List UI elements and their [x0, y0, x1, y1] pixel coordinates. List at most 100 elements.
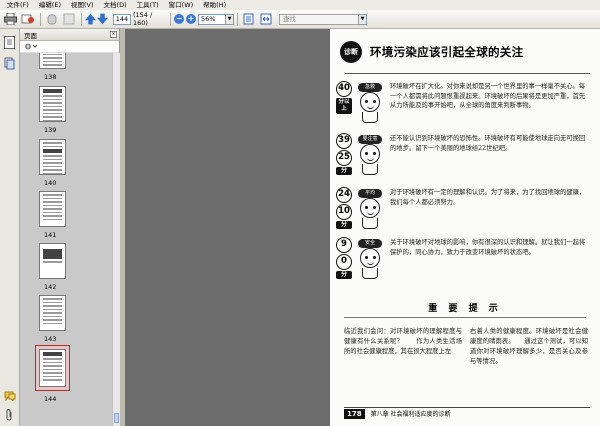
page-number: 178: [344, 408, 365, 419]
score-range: 9 0 分: [336, 237, 352, 279]
menu-bar: 文件(F) 编辑(E) 视图(V) 文档(D) 工具(T) 窗口(W) 帮助(H…: [0, 0, 600, 10]
thumbnail-page: [39, 139, 66, 175]
result-text: 环境破坏在扩大化。对你来说却是另一个世界里的事一样毫不关心。每一个人都需将此问题…: [390, 83, 586, 110]
menu-edit[interactable]: 编辑(E): [34, 0, 66, 10]
zoom-out-button[interactable]: −: [174, 14, 184, 24]
score-value: 40: [336, 81, 352, 97]
search-dropdown[interactable]: ▼: [359, 13, 367, 25]
result-tag: 平均: [358, 189, 382, 198]
thumbnail-144[interactable]: 144: [20, 345, 112, 407]
close-panel-button[interactable]: x: [110, 31, 117, 38]
character-illustration: 急救: [358, 83, 382, 123]
document-page: 诊断 环境污染应该引起全球的关注 40 分以上 急救 环境破坏在扩大化。对你来说…: [330, 29, 600, 426]
paperclip-icon: [6, 409, 12, 421]
email-button[interactable]: [20, 12, 35, 27]
character-illustration: 要注意: [358, 135, 382, 175]
attachments-nav-button[interactable]: [5, 409, 14, 421]
header-divider: [345, 73, 590, 74]
thumbnail-140[interactable]: 140: [20, 139, 112, 199]
arrow-up-icon: [85, 13, 96, 25]
character-illustration: 安全: [358, 239, 382, 279]
score-value-low: 0: [336, 254, 352, 270]
notice-columns: 临近我们会问：对环境破坏的理解程度与健康有什么关系呢？ 作为人类生活场所的社会健…: [344, 327, 588, 367]
result-tag: 急救: [358, 83, 382, 92]
page-title: 环境污染应该引起全球的关注: [370, 45, 524, 59]
toolbar-separator: [40, 12, 41, 26]
select-tool-button[interactable]: [61, 12, 76, 27]
bookmarks-icon: [4, 57, 15, 70]
score-value: 24: [336, 187, 352, 203]
thumbnail-label: 142: [44, 283, 57, 291]
search-input[interactable]: 查找: [279, 13, 359, 25]
notice-column-left: 临近我们会问：对环境破坏的理解程度与健康有什么关系呢？ 作为人类生活场所的社会健…: [344, 328, 462, 355]
email-icon: [21, 14, 34, 24]
pages-panel-title: 页面: [24, 31, 37, 40]
print-button[interactable]: [3, 12, 18, 27]
page-count: (154 / 160): [133, 11, 153, 27]
toolbar-separator: [170, 12, 171, 26]
chapter-title: 第八章 社会福利适应度的诊断: [370, 411, 451, 418]
toolbar-separator: [81, 12, 82, 26]
page-footer: 178 第八章 社会福利适应度的诊断: [344, 407, 590, 419]
fit-page-button[interactable]: [241, 12, 256, 27]
thumbnail-label: 143: [44, 335, 57, 343]
fit-width-icon: [260, 13, 271, 25]
pages-panel: 页面 x 138 139 140 141 142 143 144: [20, 29, 120, 426]
scrollbar-thumb[interactable]: [114, 413, 119, 423]
menu-file[interactable]: 文件(F): [2, 0, 34, 10]
thumbnail-142[interactable]: 142: [20, 243, 112, 303]
comments-icon: [4, 391, 16, 403]
navigation-strip: [0, 29, 20, 426]
menu-tools[interactable]: 工具(T): [132, 0, 164, 10]
diagnosis-badge: 诊断: [340, 41, 362, 63]
thumbnail-label: 138: [44, 73, 57, 81]
prev-page-button[interactable]: [85, 13, 96, 25]
score-unit: 分: [336, 221, 352, 229]
thumbnail-139[interactable]: 139: [20, 86, 112, 146]
zoom-input[interactable]: 56%: [198, 13, 226, 25]
score-unit: 分以上: [336, 98, 352, 114]
hand-tool-button[interactable]: [44, 12, 59, 27]
result-row: 40 分以上 急救 环境破坏在扩大化。对你来说却是另一个世界里的事一样毫不关心。…: [336, 81, 596, 133]
character-illustration: 平均: [358, 189, 382, 229]
score-range: 39 25 分: [336, 133, 352, 175]
zoom-dropdown[interactable]: ▼: [226, 13, 234, 25]
thumbnail-label: 144: [44, 395, 57, 403]
thumbnail-list: 138 139 140 141 142 143 144: [20, 53, 112, 426]
fit-width-button[interactable]: [258, 12, 273, 27]
panel-options[interactable]: [20, 41, 119, 53]
section-title: 重 要 提 示: [428, 304, 502, 314]
result-text: 关于环境破坏对地球的影响，你有很深的认识和理解。就让我们一起将保护的，同心协力，…: [390, 239, 586, 256]
comments-nav-button[interactable]: [4, 391, 16, 403]
toolbar: 144 (154 / 160) − + 56% ▼ 查找 ▼: [0, 10, 600, 29]
zoom-in-button[interactable]: +: [186, 14, 196, 24]
score-unit: 分: [336, 167, 352, 175]
result-row: 9 0 分 安全 关于环境破坏对地球的影响，你有很深的认识和理解。就让我们一起将…: [336, 237, 596, 289]
score-value-low: 25: [336, 150, 352, 166]
score-unit: 分: [336, 271, 352, 279]
document-area: 诊断 环境污染应该引起全球的关注 40 分以上 急救 环境破坏在扩大化。对你来说…: [125, 29, 600, 426]
printer-icon: [4, 13, 17, 25]
thumbnail-page: [39, 191, 66, 227]
thumbnail-141[interactable]: 141: [20, 191, 112, 251]
menu-view[interactable]: 视图(V): [66, 0, 99, 10]
result-tag: 安全: [358, 239, 382, 248]
selected-thumbnail-frame: [35, 345, 70, 391]
thumbnail-page: [39, 295, 66, 331]
bookmarks-nav-button[interactable]: [4, 57, 15, 70]
page-number-input[interactable]: 144: [113, 13, 131, 25]
pages-nav-button[interactable]: [4, 36, 15, 49]
menu-document[interactable]: 文档(D): [99, 0, 132, 10]
thumbnail-label: 139: [44, 126, 57, 134]
thumbnail-page: [39, 86, 66, 122]
thumbnail-scrollbar[interactable]: [112, 53, 120, 426]
score-value: 39: [336, 133, 352, 149]
result-text: 还不能认识到环境破坏的恐怖性。环境破坏有可能使地球走向无可挽回的地步。留下一个美…: [390, 135, 586, 152]
menu-help[interactable]: 帮助(H): [198, 0, 231, 10]
menu-window[interactable]: 窗口(W): [164, 0, 199, 10]
next-page-button[interactable]: [97, 13, 108, 25]
score-range: 40 分以上: [336, 81, 352, 114]
thumbnail-page: [39, 53, 66, 69]
fit-page-icon: [243, 13, 254, 25]
notice-column-right: 右着人类的健康程度。环境破坏是社会健康度的晴雨表。 通过这个测试，可以知道你对环…: [470, 328, 588, 365]
